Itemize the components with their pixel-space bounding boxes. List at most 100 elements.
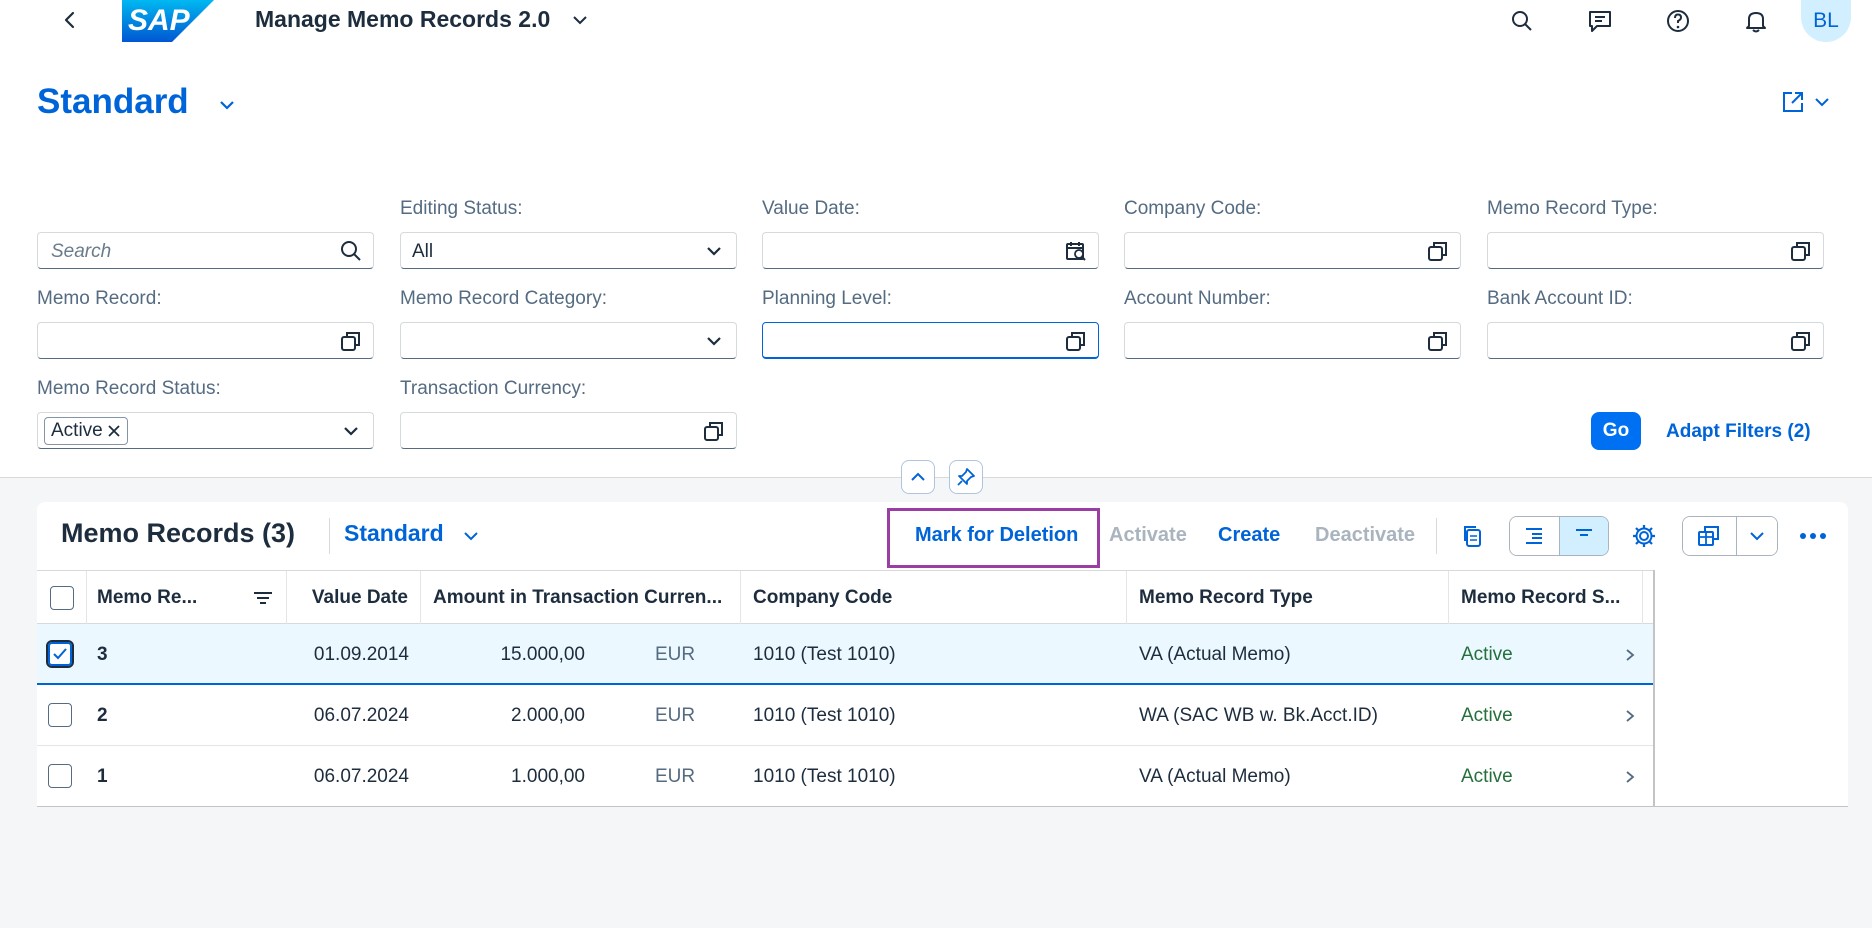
account-number-field[interactable] — [1124, 322, 1461, 359]
table-bottom-border — [37, 806, 1848, 807]
memo-record-label: Memo Record: — [37, 288, 162, 309]
column-header-amount[interactable]: Amount in Transaction Curren... — [421, 571, 741, 625]
value-date-cell: 01.09.2014 — [313, 643, 409, 665]
sort-icon[interactable] — [251, 586, 275, 610]
chevron-down-icon[interactable] — [702, 329, 726, 353]
memo-record-type-field[interactable] — [1487, 232, 1824, 269]
export-menu-button[interactable] — [1682, 516, 1778, 556]
overflow-more-icon[interactable] — [1795, 518, 1831, 554]
share-button[interactable] — [1780, 88, 1836, 116]
row-checkbox[interactable] — [48, 703, 72, 727]
calendar-icon[interactable] — [1064, 239, 1088, 263]
chevron-right-icon[interactable] — [1623, 624, 1637, 685]
chevron-down-icon[interactable] — [570, 10, 590, 30]
memo-record-status-multicombo[interactable]: Active — [37, 412, 374, 449]
search-icon[interactable] — [1507, 6, 1537, 36]
editing-status-select[interactable]: All — [400, 232, 737, 269]
table-variant-selector[interactable]: Standard — [344, 520, 444, 547]
column-header-memo-record[interactable]: Memo Re... — [87, 571, 287, 625]
sap-logo[interactable]: SAP — [122, 0, 214, 42]
notification-bell-icon[interactable] — [1741, 6, 1771, 36]
column-label: Memo Re... — [97, 587, 198, 608]
table-row[interactable]: 1 06.07.2024 1.000,00 EUR 1010 (Test 101… — [37, 746, 1653, 807]
company-code-field[interactable] — [1124, 232, 1461, 269]
table-right-border — [1653, 570, 1655, 806]
export-icon[interactable] — [1683, 517, 1736, 555]
memo-record-field[interactable] — [37, 322, 374, 359]
chevron-down-icon[interactable] — [1735, 517, 1777, 555]
status-cell: Active — [1461, 765, 1513, 787]
value-help-icon[interactable] — [1064, 329, 1088, 353]
chevron-down-icon[interactable] — [702, 239, 726, 263]
company-code-cell: 1010 (Test 1010) — [753, 704, 896, 726]
memo-record-category-label: Memo Record Category: — [400, 288, 607, 309]
search-input[interactable]: Search — [37, 232, 374, 269]
svg-text:SAP: SAP — [128, 4, 191, 37]
column-header-memo-record-status[interactable]: Memo Record S... — [1449, 571, 1643, 625]
memo-record-cell: 2 — [97, 704, 108, 726]
divider — [329, 518, 330, 554]
chevron-right-icon[interactable] — [1623, 685, 1637, 746]
chevron-down-icon[interactable] — [461, 526, 481, 546]
currency-cell: EUR — [655, 765, 696, 787]
select-all-checkbox[interactable] — [49, 586, 74, 610]
chevron-right-icon[interactable] — [1623, 746, 1637, 807]
column-header-memo-record-type[interactable]: Memo Record Type — [1127, 571, 1449, 625]
expand-rows-icon[interactable] — [1510, 517, 1559, 555]
toolbar-divider — [1436, 518, 1437, 554]
transaction-currency-field[interactable] — [400, 412, 737, 449]
adapt-filters-button[interactable]: Adapt Filters (2) — [1666, 421, 1811, 443]
bank-account-id-label: Bank Account ID: — [1487, 288, 1633, 309]
planning-level-field[interactable] — [762, 322, 1099, 359]
status-token[interactable]: Active — [44, 417, 128, 445]
value-help-icon[interactable] — [1789, 329, 1813, 353]
copy-icon[interactable] — [1455, 518, 1491, 554]
feedback-icon[interactable] — [1585, 6, 1615, 36]
deactivate-button[interactable]: Deactivate — [1315, 524, 1415, 547]
activate-button[interactable]: Activate — [1109, 524, 1187, 547]
pin-header-button[interactable] — [949, 460, 983, 494]
bank-account-id-field[interactable] — [1487, 322, 1824, 359]
amount-cell: 1.000,00 — [511, 765, 585, 787]
status-cell: Active — [1461, 643, 1513, 665]
app-title[interactable]: Manage Memo Records 2.0 — [255, 6, 550, 33]
amount-cell: 2.000,00 — [511, 704, 585, 726]
memo-record-category-select[interactable] — [400, 322, 737, 359]
column-header-company-code[interactable]: Company Code — [741, 571, 1127, 625]
value-help-icon[interactable] — [339, 329, 363, 353]
search-icon[interactable] — [339, 239, 363, 263]
chevron-down-icon[interactable] — [216, 94, 238, 116]
value-help-icon[interactable] — [1789, 239, 1813, 263]
condensed-rows-icon[interactable] — [1558, 517, 1608, 555]
back-icon[interactable] — [58, 8, 82, 32]
pin-icon — [957, 468, 975, 486]
value-date-cell: 06.07.2024 — [313, 704, 409, 726]
create-button[interactable]: Create — [1218, 524, 1280, 547]
chevron-down-icon[interactable] — [339, 419, 363, 443]
column-header-value-date[interactable]: Value Date — [287, 571, 421, 625]
row-checkbox[interactable] — [48, 764, 72, 788]
settings-gear-icon[interactable] — [1626, 518, 1662, 554]
currency-cell: EUR — [655, 704, 696, 726]
amount-cell: 15.000,00 — [500, 643, 585, 665]
page-variant-title[interactable]: Standard — [37, 82, 189, 122]
chevron-down-icon — [1815, 98, 1829, 107]
view-toggle[interactable] — [1509, 516, 1609, 556]
value-date-field[interactable] — [762, 232, 1099, 269]
help-icon[interactable] — [1663, 6, 1693, 36]
value-help-icon[interactable] — [1426, 239, 1450, 263]
close-icon[interactable] — [107, 424, 121, 438]
table-row[interactable]: 3 01.09.2014 15.000,00 EUR 1010 (Test 10… — [37, 624, 1653, 685]
memo-record-type-cell: VA (Actual Memo) — [1139, 643, 1291, 665]
go-button[interactable]: Go — [1591, 412, 1641, 450]
company-code-cell: 1010 (Test 1010) — [753, 643, 896, 665]
value-help-icon[interactable] — [1426, 329, 1450, 353]
avatar[interactable]: BL — [1801, 0, 1851, 42]
table-row[interactable]: 2 06.07.2024 2.000,00 EUR 1010 (Test 101… — [37, 685, 1653, 746]
mark-for-deletion-button[interactable]: Mark for Deletion — [915, 524, 1078, 547]
memo-record-cell: 1 — [97, 765, 108, 787]
table-header-row: Memo Re... Value Date Amount in Transact… — [37, 570, 1653, 625]
row-checkbox[interactable] — [46, 640, 74, 668]
collapse-header-button[interactable] — [901, 460, 935, 494]
value-help-icon[interactable] — [702, 419, 726, 443]
